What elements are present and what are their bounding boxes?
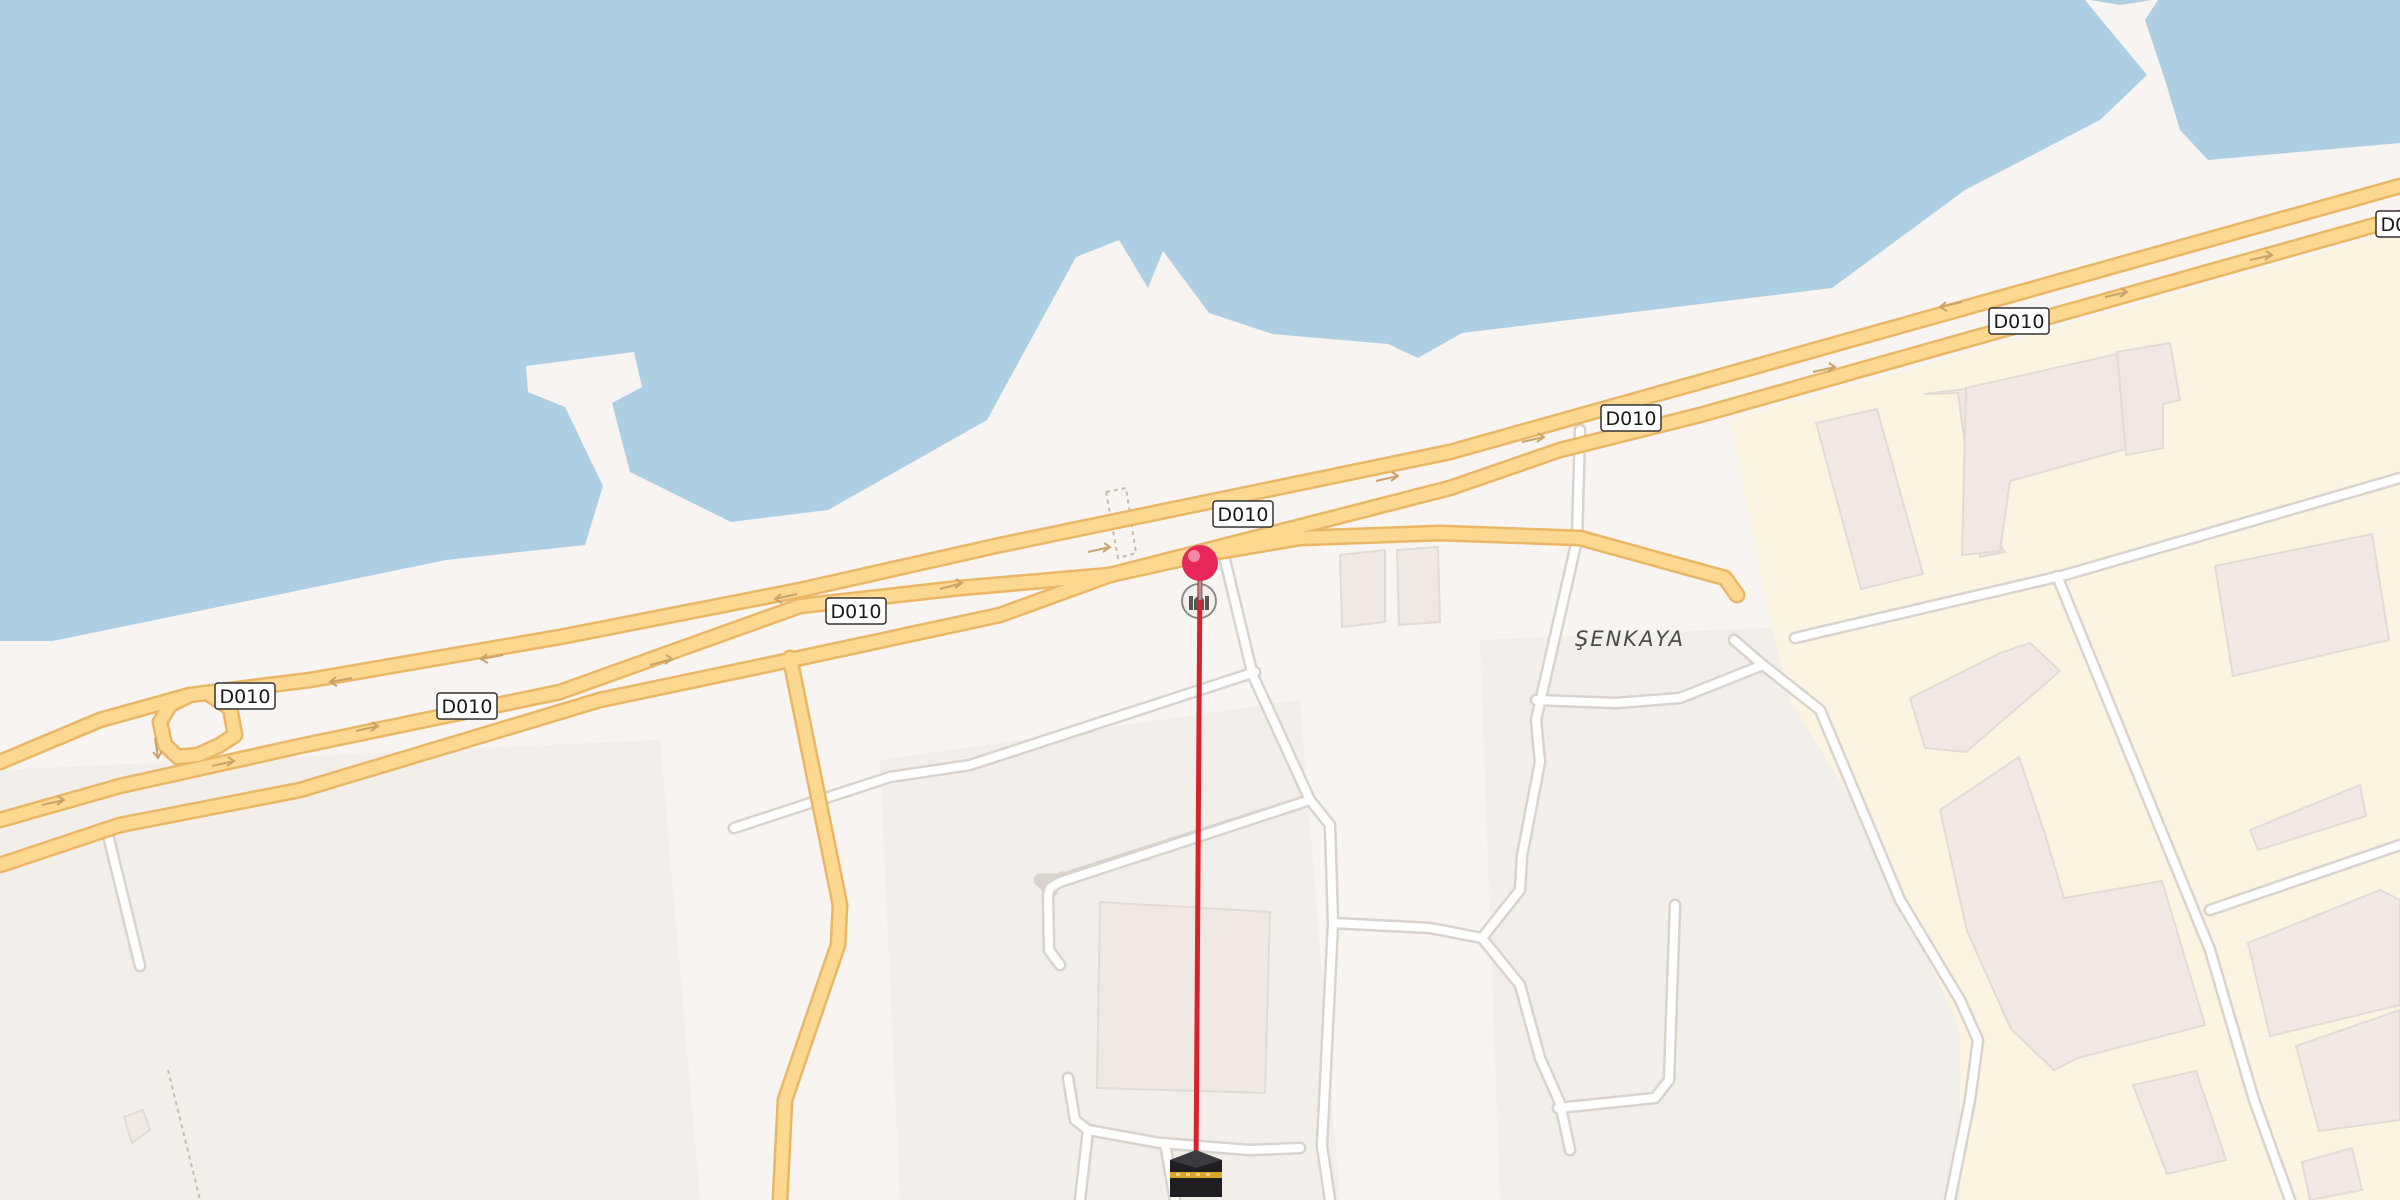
road-shield-label: D010 [442,696,493,718]
road-shield: D010 [2375,210,2400,238]
road-shield-label: D010 [1218,504,1269,526]
road-shield: D010 [436,692,498,720]
road-shield: D010 [825,597,887,625]
place-label: ŞENKAYA [1575,627,1685,651]
building [1095,900,1272,1095]
road-shield: D010 [1600,404,1662,432]
map-canvas[interactable]: D010 D010 D010 D010 D010 D010 D010 ŞENKA… [0,0,2400,1200]
building [1338,548,1386,629]
road-shield-label: D010 [1606,408,1657,430]
road-shield: D010 [214,682,276,710]
road-shield: D010 [1212,500,1274,528]
road-shield-label: D010 [831,601,882,623]
building [1395,545,1442,627]
map-view[interactable]: D010 D010 D010 D010 D010 D010 D010 ŞENKA… [0,0,2400,1200]
road-shield: D010 [1988,307,2050,335]
road-shield-label: D010 [2381,214,2400,236]
road-shield-label: D010 [220,686,271,708]
kaaba-icon[interactable] [1170,1150,1222,1197]
road-shield-label: D010 [1994,311,2045,333]
